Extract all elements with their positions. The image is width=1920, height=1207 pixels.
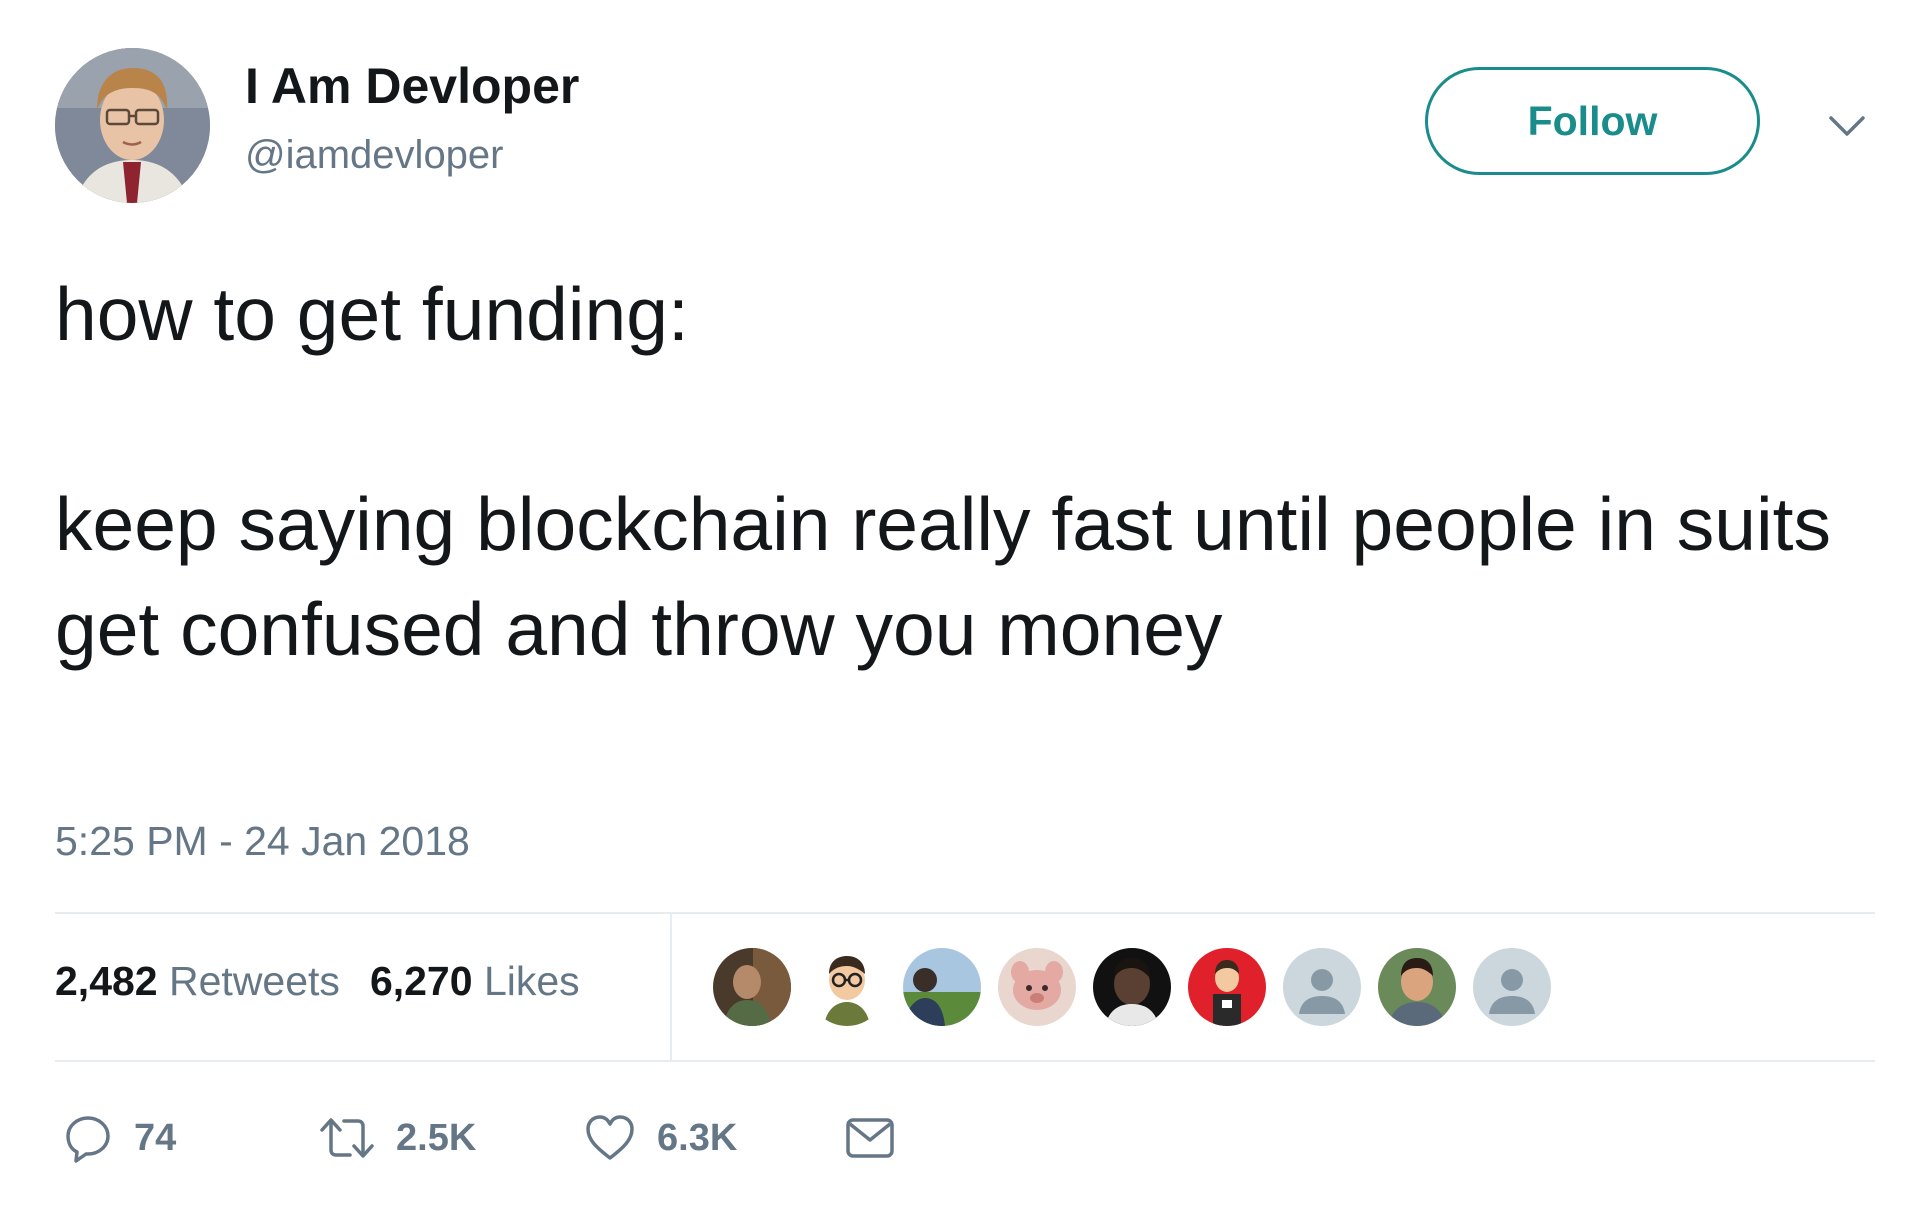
likes-stat[interactable]: 6,270 Likes [370, 958, 580, 1004]
liker-avatar[interactable] [1188, 948, 1266, 1026]
retweet-button[interactable]: 2.5K [318, 1110, 476, 1166]
liker-avatar[interactable] [713, 948, 791, 1026]
engagement-stats: 2,482 Retweets 6,270 Likes [55, 958, 580, 1005]
reply-icon [66, 1116, 110, 1163]
tweet-text: how to get funding: keep saying blockcha… [55, 262, 1855, 682]
reply-button[interactable]: 74 [62, 1110, 176, 1166]
retweets-count: 2,482 [55, 958, 158, 1004]
retweet-count: 2.5K [396, 1116, 477, 1159]
retweets-stat[interactable]: 2,482 Retweets [55, 958, 340, 1004]
liker-avatar[interactable] [903, 948, 981, 1026]
like-button[interactable]: 6.3K [583, 1110, 737, 1166]
divider [55, 912, 1875, 914]
default-avatar-icon[interactable] [1473, 948, 1551, 1026]
author-handle[interactable]: @iamdevloper [245, 133, 504, 178]
follow-button[interactable]: Follow [1425, 67, 1760, 175]
tweet-text-paragraph: keep saying blockchain really fast until… [55, 482, 1832, 671]
retweets-label: Retweets [169, 958, 340, 1004]
stats-divider [670, 912, 672, 1060]
tweet-timestamp[interactable]: 5:25 PM - 24 Jan 2018 [55, 818, 470, 865]
like-count: 6.3K [657, 1116, 738, 1159]
chevron-down-icon[interactable] [1825, 104, 1869, 148]
likes-label: Likes [483, 958, 580, 1004]
liker-avatar[interactable] [1093, 948, 1171, 1026]
author-avatar[interactable] [55, 48, 210, 203]
reply-count: 74 [134, 1116, 177, 1159]
tweet-card: I Am Devloper @iamdevloper Follow how to… [0, 0, 1920, 1207]
retweet-icon [320, 1118, 374, 1158]
liker-avatar[interactable] [808, 948, 886, 1026]
liker-avatar[interactable] [998, 948, 1076, 1026]
tweet-text-line: how to get funding: [55, 272, 689, 356]
message-icon [846, 1118, 894, 1158]
direct-message-button[interactable] [843, 1110, 897, 1166]
default-avatar-icon[interactable] [1283, 948, 1361, 1026]
divider [55, 1060, 1875, 1062]
likes-count: 6,270 [369, 958, 473, 1004]
author-display-name[interactable]: I Am Devloper [245, 57, 579, 115]
heart-icon [586, 1115, 634, 1160]
liker-avatar[interactable] [1378, 948, 1456, 1026]
